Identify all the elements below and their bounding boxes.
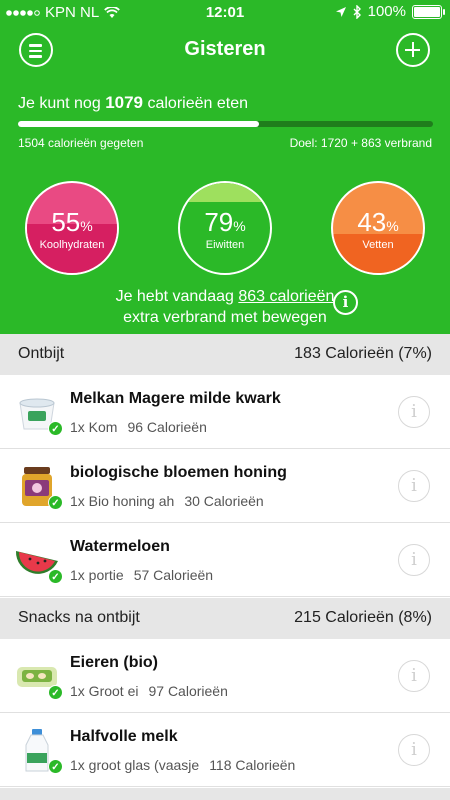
calories-eaten: 1504 calorieën gegeten bbox=[18, 136, 144, 150]
food-portion: 1x Kom bbox=[70, 419, 118, 435]
carbs-percent: 55 bbox=[51, 207, 81, 237]
burned-calories-link[interactable]: 863 calorieën bbox=[238, 288, 334, 305]
protein-fill bbox=[180, 183, 270, 202]
battery-percent: 100% bbox=[367, 3, 406, 20]
fat-label: Vetten bbox=[362, 239, 394, 251]
protein-label: Eiwitten bbox=[205, 239, 245, 251]
food-name: Eieren (bio) bbox=[70, 654, 159, 671]
food-calories: 96 Calorieën bbox=[127, 419, 207, 435]
carbs-label: Koolhydraten bbox=[39, 239, 105, 251]
section-calories: 215 Calorieën (8%) bbox=[294, 609, 432, 626]
calorie-progress-bar bbox=[18, 121, 433, 127]
fat-percent: 43 bbox=[357, 207, 387, 237]
food-name: Watermeloen bbox=[70, 538, 170, 555]
food-name: Halfvolle melk bbox=[70, 728, 178, 745]
check-icon: ✓ bbox=[48, 569, 63, 584]
food-calories: 97 Calorieën bbox=[148, 683, 228, 699]
section-header-breakfast: Ontbijt 183 Calorieën (7%) bbox=[0, 334, 450, 375]
status-bar: KPN NL 12:01 100% bbox=[0, 0, 450, 24]
section-header-snacks: Snacks na ontbijt 215 Calorieën (8%) bbox=[0, 598, 450, 639]
food-name: Melkan Magere milde kwark bbox=[70, 390, 281, 407]
food-item[interactable]: ✓ Eieren (bio) 1x Groot ei 97 Calorieën i bbox=[0, 639, 450, 713]
info-icon[interactable]: i bbox=[398, 660, 430, 692]
info-icon[interactable]: i bbox=[398, 544, 430, 576]
food-item[interactable]: ✓ Halfvolle melk 1x groot glas (vaasje 11… bbox=[0, 713, 450, 787]
add-button[interactable] bbox=[396, 33, 430, 67]
protein-circle[interactable]: 79% Eiwitten bbox=[178, 181, 272, 275]
food-item[interactable]: ✓ Melkan Magere milde kwark 1x Kom 96 Cal… bbox=[0, 375, 450, 449]
calorie-goal: Doel: 1720 + 863 verbrand bbox=[289, 136, 432, 150]
food-item[interactable]: ✓ biologische bloemen honing 1x Bio honi… bbox=[0, 449, 450, 523]
summary-panel: KPN NL 12:01 100% Gisteren Je kunt nog 1… bbox=[0, 0, 450, 334]
check-icon: ✓ bbox=[48, 495, 63, 510]
fat-circle[interactable]: 43% Vetten bbox=[331, 181, 425, 275]
check-icon: ✓ bbox=[48, 421, 63, 436]
check-icon: ✓ bbox=[48, 759, 63, 774]
bluetooth-icon bbox=[353, 4, 361, 19]
food-calories: 30 Calorieën bbox=[184, 493, 264, 509]
section-calories: 183 Calorieën (7%) bbox=[294, 345, 432, 362]
calorie-progress-fill bbox=[18, 121, 259, 127]
burned-calories-text: Je hebt vandaag 863 calorieën extra verb… bbox=[115, 288, 335, 326]
info-icon[interactable]: i bbox=[398, 734, 430, 766]
battery-icon bbox=[412, 4, 445, 19]
info-icon[interactable]: i bbox=[333, 290, 358, 315]
section-name: Snacks na ontbijt bbox=[18, 609, 140, 626]
location-arrow-icon bbox=[335, 6, 346, 17]
protein-percent: 79 bbox=[204, 207, 234, 237]
carbs-circle[interactable]: 55% Koolhydraten bbox=[25, 181, 119, 275]
food-calories: 57 Calorieën bbox=[133, 567, 214, 583]
food-portion: 1x Groot ei bbox=[70, 683, 139, 699]
remaining-value: 1079 bbox=[105, 93, 144, 112]
food-portion: 1x groot glas (vaasje bbox=[70, 757, 200, 773]
info-icon[interactable]: i bbox=[398, 470, 430, 502]
food-item[interactable]: ✓ Watermeloen 1x portie 57 Calorieën i bbox=[0, 523, 450, 597]
page-title: Gisteren bbox=[184, 38, 266, 60]
food-portion: 1x portie bbox=[70, 567, 124, 583]
section-header-next bbox=[0, 788, 450, 800]
food-name: biologische bloemen honing bbox=[70, 464, 287, 481]
info-icon[interactable]: i bbox=[398, 396, 430, 428]
section-name: Ontbijt bbox=[18, 345, 65, 362]
check-icon: ✓ bbox=[48, 685, 63, 700]
remaining-calories: Je kunt nog 1079 calorieën eten bbox=[18, 93, 248, 112]
food-calories: 118 Calorieën bbox=[209, 757, 296, 773]
food-portion: 1x Bio honing ah bbox=[70, 493, 175, 509]
